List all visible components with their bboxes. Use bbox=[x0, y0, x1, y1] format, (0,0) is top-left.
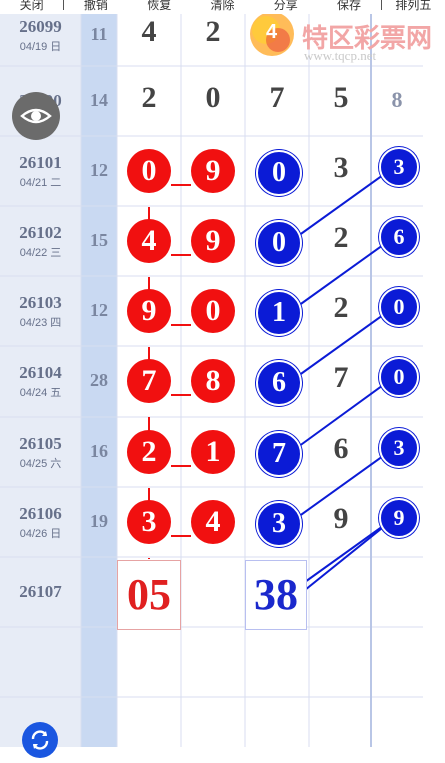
period-number: 26101 bbox=[19, 153, 62, 172]
logo-ball-icon: 4 bbox=[250, 12, 294, 56]
sum-value: 11 bbox=[90, 24, 108, 44]
svg-text:4: 4 bbox=[266, 21, 278, 43]
red-ball: 2 bbox=[127, 430, 171, 474]
digit-cell: 2 bbox=[141, 81, 157, 114]
period-date: 04/22 三 bbox=[19, 247, 62, 259]
period-date: 04/24 五 bbox=[19, 387, 62, 399]
blue-ball: 0 bbox=[256, 220, 302, 266]
chart-grid: 2609904/19 日1126100142610104/21 二1226102… bbox=[0, 14, 423, 747]
period-label: 26102 04/22 三 bbox=[0, 223, 81, 260]
period-label: 26106 04/26 日 bbox=[0, 504, 81, 541]
redo-button[interactable]: 恢复 bbox=[128, 0, 191, 11]
red-ball: 9 bbox=[127, 289, 171, 333]
logo-url: www.tqcp.net bbox=[304, 48, 377, 63]
undo-button[interactable]: 撤销 bbox=[64, 0, 127, 11]
sum-value: 12 bbox=[90, 160, 108, 180]
digit-cell: 9 bbox=[333, 502, 349, 535]
red-ball: 0 bbox=[127, 149, 171, 193]
period-date: 04/23 四 bbox=[19, 317, 62, 329]
blue-ball: 3 bbox=[256, 501, 302, 547]
red-ball: 7 bbox=[127, 359, 171, 403]
red-ball: 9 bbox=[191, 219, 235, 263]
sum-value: 16 bbox=[90, 441, 108, 461]
period-number: 26105 bbox=[19, 434, 62, 453]
sum-value: 19 bbox=[90, 511, 108, 531]
period-number: 26103 bbox=[19, 293, 62, 312]
digit-cell: 2 bbox=[205, 15, 221, 48]
eye-toggle-button[interactable] bbox=[12, 92, 60, 140]
share-button[interactable]: 分享 bbox=[254, 0, 317, 11]
prediction-left-box: 05 bbox=[117, 560, 181, 630]
eye-icon bbox=[20, 108, 52, 124]
period-number: 26106 bbox=[19, 504, 62, 523]
period-number: 26107 bbox=[19, 582, 62, 601]
digit-cell: 2 bbox=[333, 291, 349, 324]
digit-cell: 3 bbox=[333, 151, 349, 184]
red-ball: 3 bbox=[127, 500, 171, 544]
sum-value: 15 bbox=[90, 230, 108, 250]
digit-cell: 0 bbox=[205, 81, 221, 114]
refresh-icon bbox=[31, 730, 49, 750]
close-button[interactable]: 关闭 bbox=[0, 0, 63, 11]
blue-ball: 7 bbox=[256, 431, 302, 477]
digit-cell: 2 bbox=[333, 221, 349, 254]
refresh-button[interactable] bbox=[22, 722, 58, 758]
sum-value: 12 bbox=[90, 300, 108, 320]
digit-cell: 5 bbox=[333, 81, 349, 114]
digit-cell: 7 bbox=[333, 361, 349, 394]
period-label: 26103 04/23 四 bbox=[0, 293, 81, 330]
sum-value: 28 bbox=[90, 370, 108, 390]
period-date: 04/26 日 bbox=[19, 528, 62, 540]
extra-digit: 8 bbox=[391, 87, 403, 112]
period-label: 26101 04/21 二 bbox=[0, 153, 81, 190]
blue-ball: 1 bbox=[256, 290, 302, 336]
period-number: 26099 bbox=[19, 17, 62, 36]
period-date: 04/21 二 bbox=[19, 177, 62, 189]
period-label: 26105 04/25 六 bbox=[0, 434, 81, 471]
red-ball: 4 bbox=[127, 219, 171, 263]
digit-cell: 4 bbox=[141, 15, 157, 48]
blue-extra-ball: 3 bbox=[379, 428, 419, 468]
sum-value: 14 bbox=[90, 90, 108, 110]
period-label: 26104 04/24 五 bbox=[0, 363, 81, 400]
pl5-button[interactable]: 排列五 bbox=[382, 0, 445, 11]
red-ball: 1 bbox=[191, 430, 235, 474]
blue-extra-ball: 9 bbox=[379, 498, 419, 538]
digit-cell: 6 bbox=[333, 432, 349, 465]
red-ball: 0 bbox=[191, 289, 235, 333]
blue-extra-ball: 0 bbox=[379, 357, 419, 397]
red-ball: 4 bbox=[191, 500, 235, 544]
period-number: 26104 bbox=[19, 363, 62, 382]
blue-ball: 0 bbox=[256, 150, 302, 196]
red-ball: 8 bbox=[191, 359, 235, 403]
clear-button[interactable]: 清除 bbox=[191, 0, 254, 11]
prediction-right-box: 38 bbox=[245, 560, 307, 630]
right-edge bbox=[423, 14, 445, 747]
period-number: 26102 bbox=[19, 223, 62, 242]
top-toolbar: 关闭 撤销 恢复 清除 分享 保存 排列五 bbox=[0, 0, 445, 14]
blue-extra-ball: 6 bbox=[379, 217, 419, 257]
period-label: 26099 04/19 日 bbox=[0, 17, 81, 54]
site-logo: 4 特区彩票网 www.tqcp.net bbox=[244, 6, 444, 66]
save-button[interactable]: 保存 bbox=[317, 0, 380, 11]
red-ball: 9 bbox=[191, 149, 235, 193]
period-date: 04/25 六 bbox=[19, 458, 62, 470]
blue-ball: 6 bbox=[256, 360, 302, 406]
period-label: 26107 bbox=[0, 582, 81, 602]
blue-extra-ball: 0 bbox=[379, 287, 419, 327]
period-date: 04/19 日 bbox=[19, 41, 62, 53]
blue-extra-ball: 3 bbox=[379, 147, 419, 187]
digit-cell: 7 bbox=[269, 81, 285, 114]
